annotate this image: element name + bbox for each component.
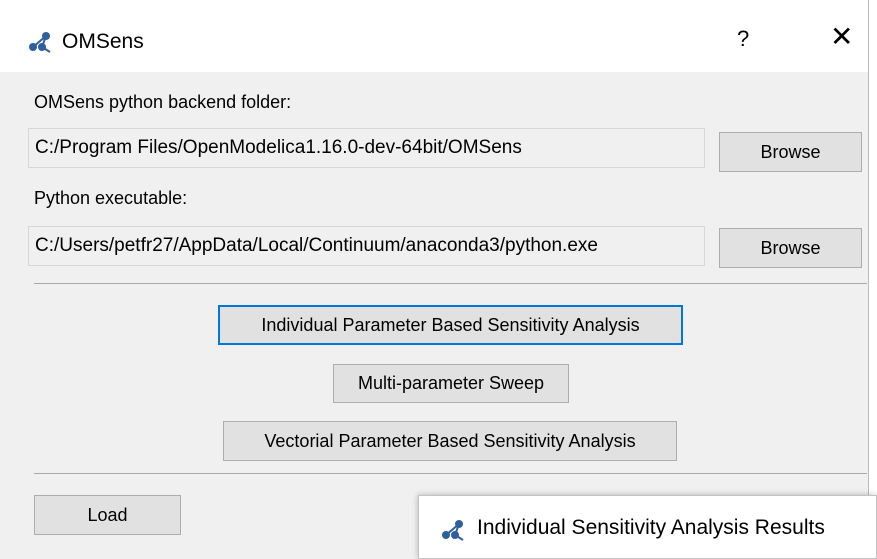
help-button[interactable]: ? [737, 26, 749, 52]
results-window-titlebar[interactable]: Individual Sensitivity Analysis Results [418, 495, 877, 559]
python-browse-button[interactable]: Browse [719, 228, 862, 268]
omsens-dialog: OMSens ? ✕ OMSens python backend folder:… [0, 0, 869, 559]
load-button[interactable]: Load [34, 495, 181, 535]
title-bar: OMSens ? ✕ [0, 0, 868, 72]
separator-bottom [34, 473, 867, 474]
python-executable-label: Python executable: [34, 188, 188, 208]
backend-folder-field[interactable]: C:/Program Files/OpenModelica1.16.0-dev-… [28, 128, 705, 168]
omsens-logo-icon [29, 32, 51, 53]
results-window-title: Individual Sensitivity Analysis Results [477, 516, 825, 539]
close-button[interactable]: ✕ [830, 20, 853, 53]
individual-analysis-button[interactable]: Individual Parameter Based Sensitivity A… [218, 305, 683, 345]
multi-parameter-sweep-button[interactable]: Multi-parameter Sweep [333, 364, 569, 403]
backend-folder-label: OMSens python backend folder: [34, 92, 292, 112]
window-title: OMSens [62, 30, 144, 53]
omsens-logo-icon [442, 520, 464, 541]
separator-top [34, 283, 867, 284]
python-executable-field[interactable]: C:/Users/petfr27/AppData/Local/Continuum… [28, 226, 705, 266]
backend-browse-button[interactable]: Browse [719, 132, 862, 172]
vectorial-analysis-button[interactable]: Vectorial Parameter Based Sensitivity An… [223, 421, 677, 461]
